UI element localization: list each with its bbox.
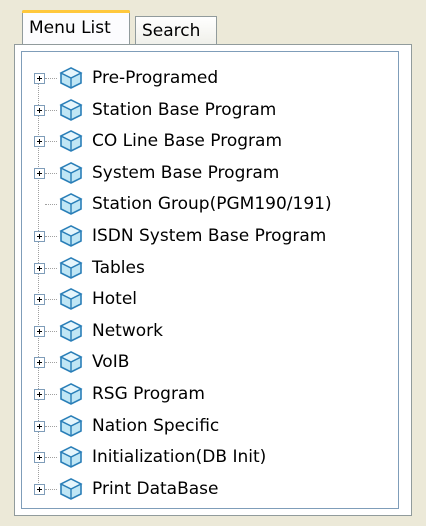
tree-item-label: Station Base Program <box>92 99 277 120</box>
cube-icon <box>59 477 83 500</box>
tree-item-label: Initialization(DB Init) <box>92 447 267 468</box>
tree-item-label: VoIB <box>92 352 130 373</box>
tree-item[interactable]: Initialization(DB Init) <box>22 443 398 475</box>
tree-item[interactable]: Station Base Program <box>22 96 398 128</box>
tree-branch-line <box>45 172 57 174</box>
tree-item[interactable]: System Base Program <box>22 159 398 191</box>
tree-item[interactable]: ISDN System Base Program <box>22 222 398 254</box>
tree-item-label: RSG Program <box>92 384 205 404</box>
cube-icon <box>59 98 83 121</box>
tree-item-label: Network <box>92 320 163 341</box>
expand-plus-icon[interactable] <box>34 167 45 179</box>
expand-plus-icon[interactable] <box>34 231 45 242</box>
cube-icon <box>59 67 83 89</box>
tree-item-label: Pre-Programed <box>92 68 219 88</box>
tree-branch-line <box>45 204 57 206</box>
expand-plus-icon[interactable] <box>34 325 45 337</box>
tree-item-label: Hotel <box>92 289 138 310</box>
tree-item-label: CO Line Base Program <box>92 131 283 152</box>
tree-item[interactable]: RSG Program <box>22 380 398 412</box>
menu-panel-window: Menu List Search Pre-Programed Station Ba… <box>0 0 426 526</box>
cube-icon <box>59 383 83 405</box>
tree-item[interactable]: Hotel <box>22 285 398 317</box>
tree-item[interactable]: Station Group(PGM190/191) <box>22 190 398 222</box>
tree-item-label: Tables <box>92 257 145 278</box>
cube-icon <box>59 225 83 247</box>
tree-branch-line <box>45 109 57 111</box>
expand-plus-icon[interactable] <box>34 136 45 148</box>
cube-icon <box>59 193 83 216</box>
cube-icon <box>59 446 83 469</box>
tree-item-label: Print DataBase <box>92 478 219 499</box>
tree-item[interactable]: Tables <box>22 254 398 286</box>
expand-plus-icon[interactable] <box>34 104 45 116</box>
tree-item[interactable]: VoIB <box>22 348 398 380</box>
cube-icon <box>59 130 83 153</box>
tree-item-label: System Base Program <box>92 162 280 183</box>
tree-branch-line <box>45 299 57 301</box>
expand-plus-icon[interactable] <box>34 73 45 84</box>
tree-branch-line <box>45 141 57 143</box>
expand-plus-icon[interactable] <box>34 483 45 495</box>
cube-icon <box>59 256 83 279</box>
expand-plus-icon[interactable] <box>34 389 45 400</box>
tree-item-label: Station Group(PGM190/191) <box>92 194 332 215</box>
tree-branch-line <box>45 425 57 427</box>
tree-branch-line <box>45 362 57 364</box>
expand-plus-icon[interactable] <box>34 420 45 432</box>
expand-plus-icon[interactable] <box>34 357 45 369</box>
cube-icon <box>59 161 83 184</box>
tree-item-label: Nation Specific <box>92 415 220 436</box>
tree-item[interactable]: Print DataBase <box>22 475 398 507</box>
tree-item[interactable]: Network <box>22 317 398 349</box>
tree-branch-line <box>45 78 57 79</box>
tree-item-label: ISDN System Base Program <box>92 226 327 246</box>
tab-strip: Menu List Search <box>0 0 426 47</box>
tree-item[interactable]: Pre-Programed <box>22 64 398 96</box>
tab-search[interactable]: Search <box>135 16 217 44</box>
tree-branch-line <box>45 488 57 490</box>
tree-branch-line <box>45 236 57 237</box>
cube-icon <box>59 414 83 437</box>
tree-item[interactable]: Nation Specific <box>22 412 398 444</box>
tree-branch-line <box>45 267 57 269</box>
tree-branch-line <box>45 394 57 395</box>
tree-item[interactable]: CO Line Base Program <box>22 127 398 159</box>
expand-plus-icon[interactable] <box>34 294 45 306</box>
tree-branch-line <box>45 330 57 332</box>
tab-panel: Pre-Programed Station Base Program CO Line… <box>14 44 412 516</box>
cube-icon <box>59 319 83 342</box>
tree-view[interactable]: Pre-Programed Station Base Program CO Line… <box>21 51 399 509</box>
tree-branch-line <box>45 457 57 459</box>
expand-plus-icon[interactable] <box>34 452 45 464</box>
expand-plus-icon[interactable] <box>34 262 45 274</box>
cube-icon <box>59 288 83 311</box>
cube-icon <box>59 351 83 374</box>
tab-menu-list[interactable]: Menu List <box>22 10 130 44</box>
